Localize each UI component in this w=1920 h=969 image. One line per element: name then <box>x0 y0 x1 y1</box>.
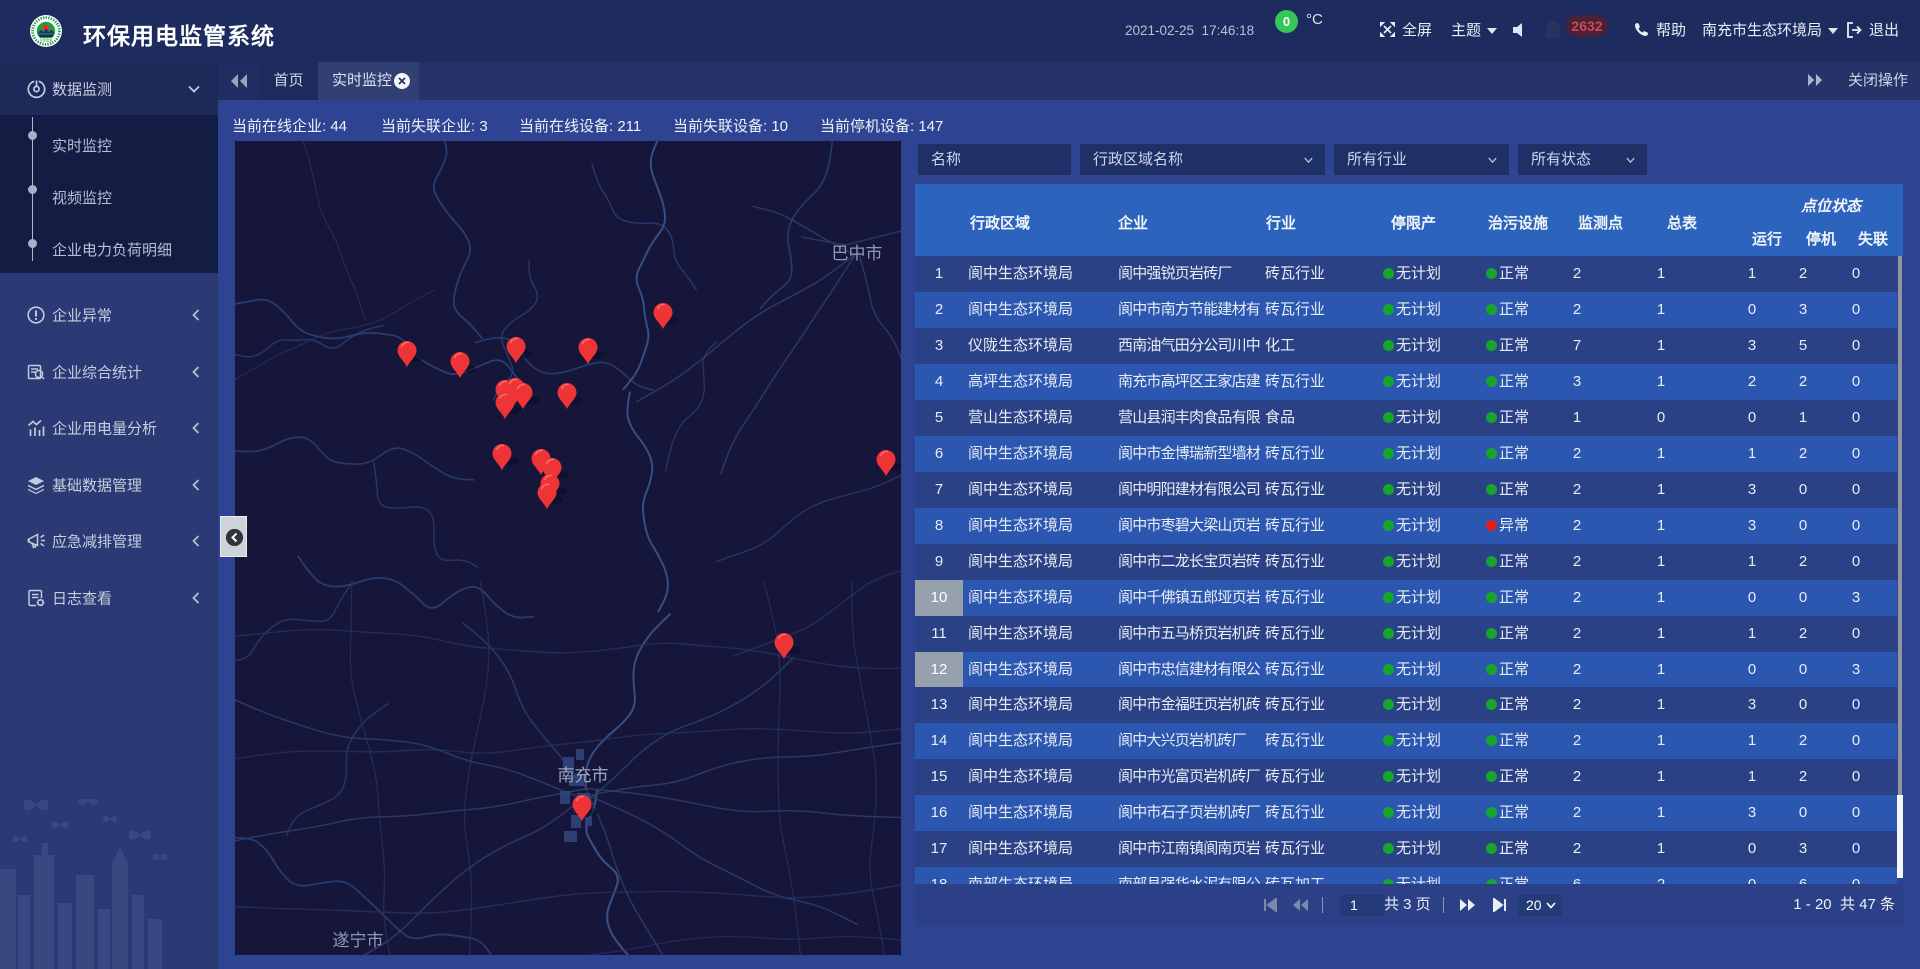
svg-text:遂宁市: 遂宁市 <box>333 931 384 950</box>
svg-text:巴中市: 巴中市 <box>832 244 883 263</box>
svg-text:南充市: 南充市 <box>558 766 609 785</box>
svg-text:环保监管: 环保监管 <box>40 37 53 42</box>
